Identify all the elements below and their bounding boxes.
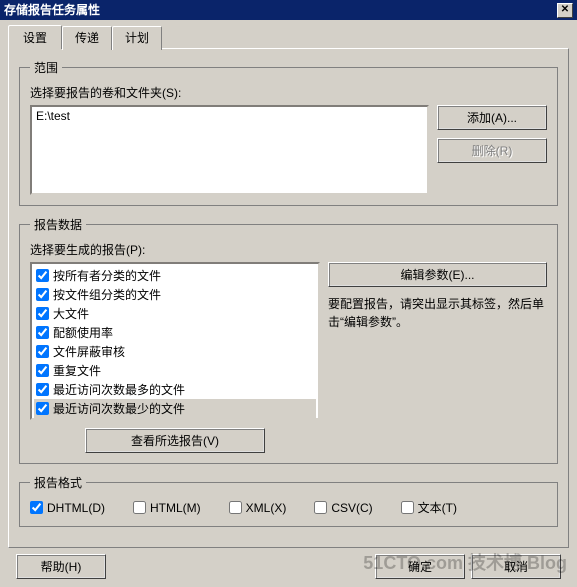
close-button[interactable]: ✕	[557, 3, 573, 18]
format-text[interactable]: 文本(T)	[401, 499, 457, 516]
report-checkbox[interactable]	[36, 383, 49, 396]
add-button[interactable]: 添加(A)...	[437, 105, 547, 130]
report-checkbox[interactable]	[36, 345, 49, 358]
scope-instruction: 选择要报告的卷和文件夹(S):	[30, 84, 547, 101]
format-csv[interactable]: CSV(C)	[314, 501, 372, 515]
report-data-group: 报告数据 选择要生成的报告(P): 按所有者分类的文件 按文件组分类的文件 大文…	[19, 216, 558, 464]
format-xml[interactable]: XML(X)	[229, 501, 287, 515]
report-checkbox[interactable]	[36, 288, 49, 301]
report-data-instruction: 选择要生成的报告(P):	[30, 241, 547, 258]
report-item[interactable]: 配额使用率	[34, 323, 316, 342]
scope-path-item[interactable]: E:\test	[36, 109, 423, 123]
formats-group: 报告格式 DHTML(D) HTML(M) XML(X) CSV(C) 文本(T…	[19, 474, 558, 527]
remove-button[interactable]: 删除(R)	[437, 138, 547, 163]
scope-path-list[interactable]: E:\test	[30, 105, 429, 195]
format-checkbox[interactable]	[314, 501, 327, 514]
formats-legend: 报告格式	[30, 474, 86, 491]
edit-params-button[interactable]: 编辑参数(E)...	[328, 262, 547, 287]
tab-schedule[interactable]: 计划	[112, 26, 162, 50]
tab-delivery[interactable]: 传递	[62, 26, 112, 50]
report-item[interactable]: 最近访问次数最多的文件	[34, 380, 316, 399]
scope-legend: 范围	[30, 59, 62, 76]
help-button[interactable]: 帮助(H)	[16, 554, 106, 579]
report-item[interactable]: 最近访问次数最少的文件	[34, 399, 316, 418]
report-data-legend: 报告数据	[30, 216, 86, 233]
cancel-button[interactable]: 取消	[471, 554, 561, 579]
report-checkbox[interactable]	[36, 364, 49, 377]
dialog-button-row: 帮助(H) 确定 取消	[8, 548, 569, 579]
dialog-body: 设置 传递 计划 范围 选择要报告的卷和文件夹(S): E:\test 添加(A…	[0, 20, 577, 587]
scope-group: 范围 选择要报告的卷和文件夹(S): E:\test 添加(A)... 删除(R…	[19, 59, 558, 206]
tab-settings[interactable]: 设置	[8, 25, 62, 49]
tab-panel-settings: 范围 选择要报告的卷和文件夹(S): E:\test 添加(A)... 删除(R…	[8, 48, 569, 548]
report-checkbox[interactable]	[36, 326, 49, 339]
window-title: 存储报告任务属性	[4, 0, 100, 20]
report-checkbox[interactable]	[36, 307, 49, 320]
report-item[interactable]: 文件屏蔽审核	[34, 342, 316, 361]
ok-button[interactable]: 确定	[375, 554, 465, 579]
report-checkbox[interactable]	[36, 402, 49, 415]
format-checkbox[interactable]	[133, 501, 146, 514]
title-bar: 存储报告任务属性 ✕	[0, 0, 577, 20]
report-checklist[interactable]: 按所有者分类的文件 按文件组分类的文件 大文件 配额使用率 文件屏蔽审核 重复文…	[30, 262, 320, 420]
edit-params-hint: 要配置报告，请突出显示其标签，然后单击“编辑参数”。	[328, 295, 547, 331]
format-checkbox[interactable]	[229, 501, 242, 514]
report-item[interactable]: 重复文件	[34, 361, 316, 380]
format-checkbox[interactable]	[30, 501, 43, 514]
report-item[interactable]: 大文件	[34, 304, 316, 323]
report-item[interactable]: 按文件组分类的文件	[34, 285, 316, 304]
view-selected-report-button[interactable]: 查看所选报告(V)	[85, 428, 265, 453]
format-dhtml[interactable]: DHTML(D)	[30, 501, 105, 515]
report-checkbox[interactable]	[36, 269, 49, 282]
report-item[interactable]: 按所有者分类的文件	[34, 266, 316, 285]
tab-strip: 设置 传递 计划	[8, 24, 569, 48]
format-checkbox[interactable]	[401, 501, 414, 514]
format-html[interactable]: HTML(M)	[133, 501, 201, 515]
